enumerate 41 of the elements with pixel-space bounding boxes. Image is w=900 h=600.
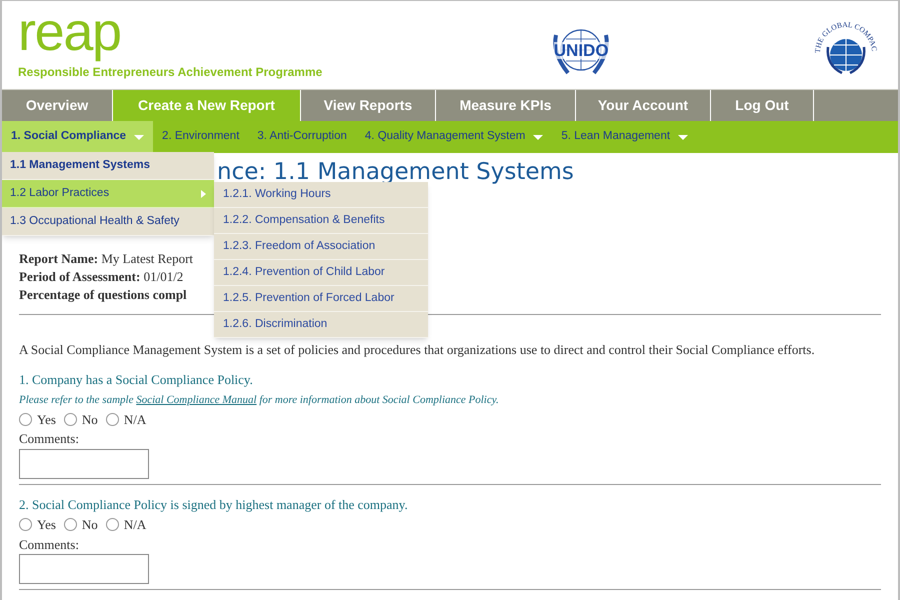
option-label: N/A <box>124 516 146 534</box>
radio-button[interactable] <box>106 412 119 426</box>
comments-field[interactable] <box>19 554 149 584</box>
subnav-tab[interactable]: 4. Quality Management System <box>356 121 552 153</box>
logo-tagline: Responsible Entrepreneurs Achievement Programme <box>18 64 322 81</box>
info-line: Period of Assessment: 01/01/2 <box>19 268 184 286</box>
option-label: No <box>82 516 98 534</box>
option-label: No <box>82 410 98 428</box>
menu-item[interactable]: 1.2.5. Prevention of Forced Labor <box>214 286 428 312</box>
menu-item[interactable]: 1.2.3. Freedom of Association <box>214 234 428 260</box>
option-label: N/A <box>124 410 146 428</box>
menu-item[interactable]: 1.2 Labor Practices <box>2 180 214 208</box>
arrow-icon <box>201 190 206 198</box>
question-text: 2. Social Compliance Policy is signed by highest manager of the company. <box>19 496 409 514</box>
comments-label: Comments: <box>19 430 80 448</box>
radio-button[interactable] <box>19 518 32 532</box>
comments-field[interactable] <box>19 448 149 478</box>
reap-logo: reap <box>18 5 121 59</box>
info-line: Percentage of questions compl <box>19 286 187 304</box>
option-label: Yes <box>37 516 56 534</box>
radio-button[interactable] <box>64 518 77 532</box>
subnav-tab[interactable]: 3. Anti-Corruption <box>248 121 356 153</box>
radio-button[interactable] <box>64 412 77 426</box>
question-text: 1. Company has a Social Compliance Policy. <box>19 370 254 389</box>
menu-item[interactable]: 1.2.1. Working Hours <box>214 182 428 208</box>
subnav-tab[interactable]: 2. Environment <box>153 121 248 153</box>
comments-label: Comments: <box>19 536 80 554</box>
menu-item[interactable]: 1.2.2. Compensation & Benefits <box>214 208 428 234</box>
question-note: Please refer to the sample Social Compliance Manual for more information about Social Compliance Policy. <box>19 393 500 408</box>
page-title: nce: 1.1 Management Systems <box>217 159 574 185</box>
manual-link[interactable]: Social Compliance Manual <box>136 394 257 406</box>
info-line: Report Name: My Latest Report <box>19 250 194 268</box>
menu-item[interactable]: 1.2.4. Prevention of Child Labor <box>214 260 428 286</box>
option-label: Yes <box>37 410 56 428</box>
intro-text: A Social Compliance Management System is a set of policies and procedures that organizations use to direct and control their Social Compliance efforts. <box>19 341 815 359</box>
menu-item[interactable]: 1.2.6. Discrimination <box>214 312 428 338</box>
radio-button[interactable] <box>19 412 32 426</box>
emblem-text: UNIDO <box>554 42 609 58</box>
subnav-tab[interactable]: 1. Social Compliance <box>2 121 154 153</box>
radio-button[interactable] <box>106 518 119 532</box>
subnav-tab[interactable]: 5. Lean Management <box>552 121 698 153</box>
